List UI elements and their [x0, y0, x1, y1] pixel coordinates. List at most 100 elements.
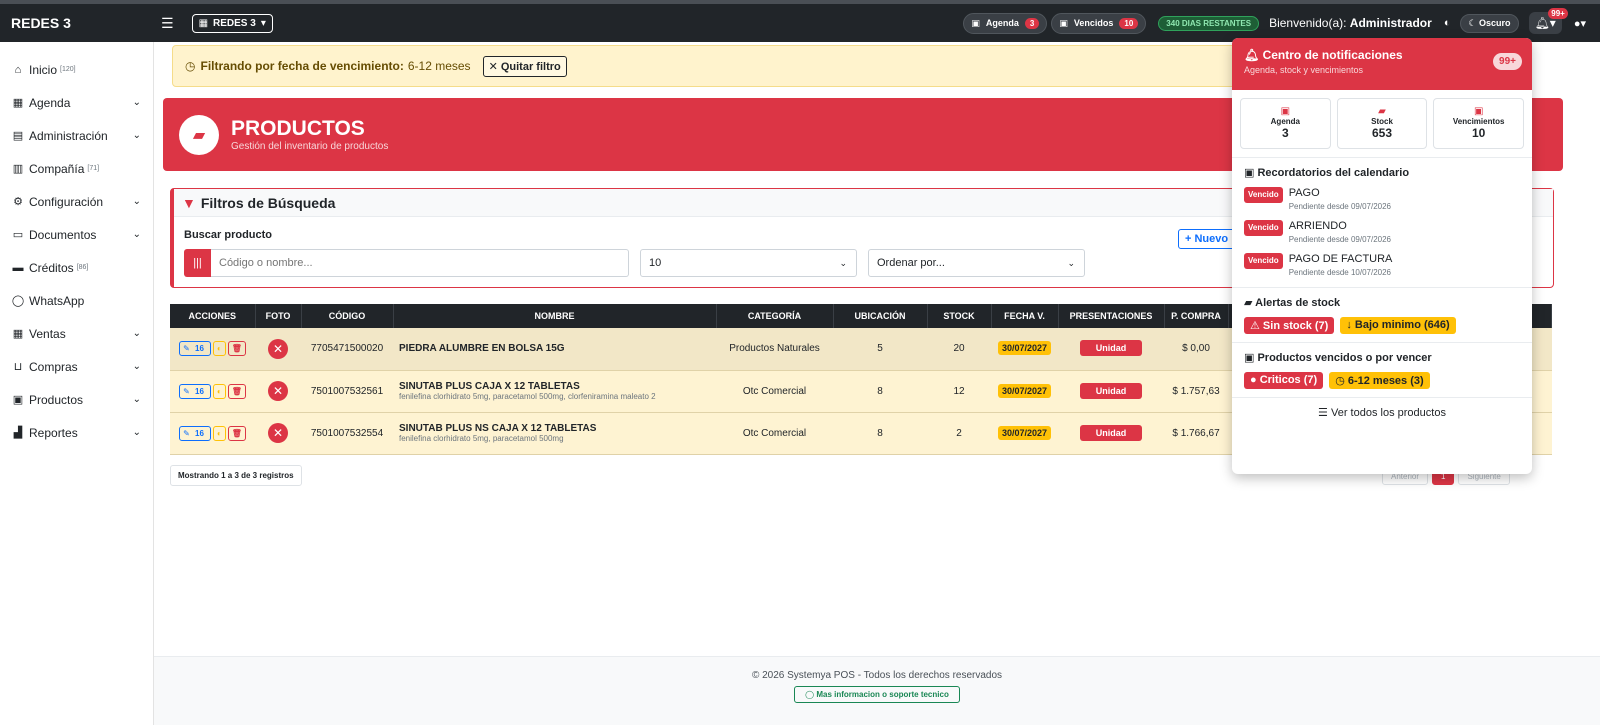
- cell-expiry: 30/07/2027: [997, 425, 1052, 440]
- critical-chip[interactable]: ● Criticos (7): [1244, 372, 1324, 389]
- cell-presentation[interactable]: Unidad: [1079, 382, 1143, 399]
- cell-presentation[interactable]: Unidad: [1079, 340, 1143, 357]
- stat-vencimientos[interactable]: ▣ Vencimientos 10: [1433, 98, 1525, 149]
- column-header[interactable]: CATEGORÍA: [716, 304, 834, 328]
- reminder-item[interactable]: Vencido PAGO Pendiente desde 09/07/2026: [1244, 187, 1520, 211]
- notifications-header: 🔔︎ Centro de notificaciones Agenda, stoc…: [1232, 38, 1532, 90]
- column-header[interactable]: PRESENTACIONES: [1058, 304, 1165, 328]
- column-header[interactable]: CÓDIGO: [301, 304, 394, 328]
- chevron-down-icon: ⌄: [132, 361, 141, 372]
- column-header[interactable]: FOTO: [255, 304, 302, 328]
- stat-label: Stock: [1371, 117, 1393, 126]
- out-of-stock-count: (7): [1314, 320, 1329, 332]
- delete-button[interactable]: 🗑︎: [227, 383, 246, 399]
- sidebar-item-compras[interactable]: ⊔ Compras ⌄: [0, 350, 153, 383]
- sidebar-item-ventas[interactable]: ▦ Ventas ⌄: [0, 317, 153, 350]
- sidebar-item-whatsapp[interactable]: ◯ WhatsApp: [0, 284, 153, 317]
- folder-icon: ▭: [12, 229, 24, 241]
- company-dropdown[interactable]: ▦ REDES 3 ▾: [191, 13, 273, 33]
- sidebar-item-label: Ventas: [29, 326, 66, 341]
- vencidos-pill-button[interactable]: ▣ Vencidos 10: [1051, 12, 1147, 34]
- notifications-bell-button[interactable]: 🔔︎▾ 99+: [1528, 8, 1568, 34]
- sidebar-item-label: Documentos: [29, 227, 97, 242]
- reminder-item[interactable]: Vencido ARRIENDO Pendiente desde 09/07/20…: [1244, 220, 1520, 244]
- cell-category: Productos Naturales: [716, 328, 833, 371]
- chevron-down-icon: ⌄: [132, 394, 141, 405]
- column-header[interactable]: P. COMPRA: [1164, 304, 1229, 328]
- order-by-select[interactable]: Ordenar por... ⌄: [868, 249, 1085, 277]
- low-stock-count: (646): [1423, 319, 1450, 331]
- sidebar-item-administracion[interactable]: ▤ Administración ⌄: [0, 119, 153, 152]
- sidebar-item-label: Administración: [29, 128, 108, 143]
- palette-icon[interactable]: ◐: [1444, 17, 1451, 29]
- sidebar-item-compania[interactable]: ▥ Compañía [71]: [0, 152, 153, 185]
- toggle-button[interactable]: ◐: [212, 425, 226, 441]
- delete-button[interactable]: 🗑︎: [227, 341, 246, 357]
- column-header[interactable]: UBICACIÓN: [833, 304, 928, 328]
- sidebar-item-productos[interactable]: ▣ Productos ⌄: [0, 383, 153, 416]
- menu-toggle-icon[interactable]: ☰: [161, 15, 174, 32]
- sidebar-item-label: Créditos: [29, 260, 74, 275]
- agenda-pill-button[interactable]: ▣ Agenda 3: [963, 12, 1048, 34]
- cell-presentation[interactable]: Unidad: [1079, 424, 1143, 441]
- page-subtitle: Gestión del inventario de productos: [231, 141, 389, 152]
- edit-button[interactable]: ✎ 16: [179, 383, 211, 399]
- cell-name-sub: fenilefina clorhidrato 5mg, paracetamol …: [399, 392, 656, 401]
- cart-icon: ⊔: [13, 361, 23, 373]
- chevron-down-icon: ⌄: [132, 130, 141, 141]
- edit-button[interactable]: ✎ 16: [179, 341, 211, 357]
- sidebar-item-configuracion[interactable]: ⚙ Configuración ⌄: [0, 185, 153, 218]
- overdue-badge: Vencido: [1244, 220, 1283, 236]
- page-size-select[interactable]: 10 ⌄: [640, 249, 857, 277]
- footer: © 2026 Systemya POS - Todos los derechos…: [154, 656, 1600, 725]
- column-header[interactable]: STOCK: [927, 304, 992, 328]
- delete-button[interactable]: 🗑︎: [227, 425, 246, 441]
- toggle-button[interactable]: ◐: [212, 341, 226, 357]
- stock-alerts-title: Alertas de stock: [1255, 297, 1341, 309]
- column-header[interactable]: NOMBRE: [393, 304, 717, 328]
- filter-icon: ▼: [182, 194, 196, 211]
- low-stock-chip[interactable]: ↓ Bajo minimo (646): [1340, 317, 1456, 334]
- user-icon[interactable]: ●▾: [1574, 17, 1586, 30]
- stat-stock[interactable]: ▰ Stock 653: [1336, 98, 1428, 149]
- reminders-title: Recordatorios del calendario: [1257, 167, 1410, 179]
- welcome-prefix: Bienvenido(a):: [1269, 16, 1347, 30]
- edit-count: 16: [195, 428, 204, 438]
- active-filter-value: 6-12 meses: [407, 59, 471, 73]
- search-input[interactable]: [211, 249, 629, 277]
- sidebar-item-agenda[interactable]: ▦ Agenda ⌄: [0, 86, 153, 119]
- active-filter-label: Filtrando por fecha de vencimiento:: [200, 59, 404, 73]
- sidebar-item-count: [71]: [87, 165, 100, 172]
- out-of-stock-chip[interactable]: ⚠ Sin stock (7): [1244, 317, 1335, 334]
- dark-mode-button[interactable]: ☾ Oscuro: [1460, 13, 1519, 33]
- view-all-products-link[interactable]: ☰ Ver todos los productos: [1232, 398, 1532, 419]
- remove-filter-button[interactable]: ✕ Quitar filtro: [482, 55, 567, 77]
- column-header[interactable]: ACCIONES: [170, 304, 256, 328]
- sidebar-item-inicio[interactable]: ⌂ Inicio [120]: [0, 53, 153, 86]
- expiry-title: Productos vencidos o por vencer: [1257, 352, 1432, 364]
- chevron-down-icon: ⌄: [132, 229, 141, 240]
- brand-logo[interactable]: REDES 3: [11, 15, 161, 31]
- barcode-icon[interactable]: |||: [184, 249, 211, 277]
- sidebar-item-reportes[interactable]: ▟ Reportes ⌄: [0, 416, 153, 449]
- reminder-item[interactable]: Vencido PAGO DE FACTURA Pendiente desde 1…: [1244, 253, 1520, 277]
- chart-icon: ▟: [13, 427, 23, 439]
- overdue-badge: Vencido: [1244, 253, 1283, 269]
- cell-code: 7501007532561: [301, 370, 393, 413]
- sidebar-item-documentos[interactable]: ▭ Documentos ⌄: [0, 218, 153, 251]
- stat-label: Agenda: [1270, 117, 1300, 126]
- search-label: Buscar producto: [184, 229, 273, 241]
- support-button[interactable]: ◯ Mas informacion o soporte tecnico: [794, 686, 960, 703]
- column-header[interactable]: FECHA V.: [991, 304, 1059, 328]
- chevron-down-icon: ⌄: [839, 257, 847, 268]
- stat-value: 653: [1371, 126, 1393, 140]
- new-product-button[interactable]: + Nuevo: [1178, 229, 1236, 249]
- sidebar-item-creditos[interactable]: ▬ Créditos [86]: [0, 251, 153, 284]
- edit-button[interactable]: ✎ 16: [179, 425, 211, 441]
- six-twelve-months-chip[interactable]: ◷ 6-12 meses (3): [1329, 372, 1430, 389]
- whatsapp-icon: ◯: [11, 295, 25, 307]
- table-info: Mostrando 1 a 3 de 3 registros: [170, 465, 302, 486]
- cell-expiry: 30/07/2027: [997, 341, 1052, 356]
- stat-agenda[interactable]: ▣ Agenda 3: [1240, 98, 1331, 149]
- toggle-button[interactable]: ◐: [212, 383, 226, 399]
